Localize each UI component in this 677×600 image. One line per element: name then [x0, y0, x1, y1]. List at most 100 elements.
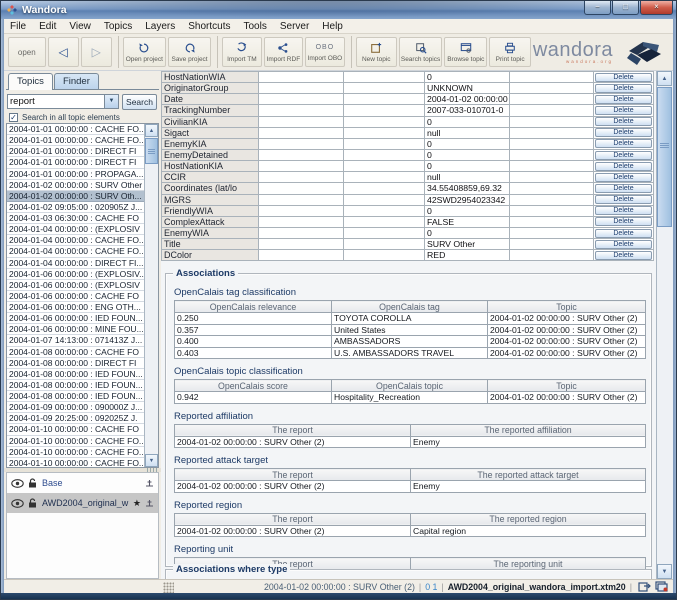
import-tm-button[interactable]: Import TM — [222, 37, 262, 67]
layer-row-awd2004[interactable]: AWD2004_original_w ★ — [7, 493, 158, 513]
menu-item[interactable]: Tools — [243, 21, 266, 32]
assoc-cell[interactable]: Capital region — [411, 525, 646, 537]
assoc-cell[interactable]: 2004-01-02 00:00:00 : SURV Other (2) — [175, 481, 411, 493]
assoc-col-header[interactable]: The report — [175, 513, 411, 525]
assoc-cell[interactable]: 0.942 — [175, 392, 332, 404]
result-item[interactable]: 2004-01-01 00:00:00 : CACHE FO... — [7, 135, 145, 146]
result-item[interactable]: 2004-01-08 00:00:00 : IED FOUN... — [7, 380, 145, 391]
close-button[interactable]: × — [640, 1, 673, 15]
assoc-cell[interactable]: Enemy — [411, 436, 646, 448]
assoc-col-header[interactable]: The report — [175, 424, 411, 436]
result-item[interactable]: 2004-01-01 00:00:00 : DIRECT FI — [7, 146, 145, 157]
layer-handle-icon[interactable] — [145, 479, 154, 487]
occurrence-type[interactable]: HostNationKIA — [162, 161, 259, 171]
maximize-button[interactable]: □ — [612, 1, 639, 15]
occurrence-type[interactable]: Coordinates (lat/lo — [162, 183, 259, 193]
import-obo-button[interactable]: OBO Import OBO — [305, 37, 345, 67]
assoc-cell[interactable]: United States — [332, 324, 488, 336]
occurrence-value[interactable]: 0 — [425, 228, 510, 238]
open-button[interactable]: open — [8, 37, 46, 67]
occurrence-value[interactable]: null — [425, 128, 510, 138]
result-item[interactable]: 2004-01-06 00:00:00 : (EXPLOSIV... — [7, 269, 145, 280]
assoc-cell[interactable]: 2004-01-02 00:00:00 : SURV Other (2) — [488, 347, 646, 359]
occurrence-type[interactable]: Title — [162, 239, 259, 249]
result-item[interactable]: 2004-01-07 14:13:00 : 071413Z J... — [7, 335, 145, 346]
occurrence-type[interactable]: CivilianKIA — [162, 117, 259, 127]
layer-forward-icon[interactable] — [638, 581, 651, 592]
open-project-button[interactable]: Open project — [123, 37, 166, 67]
assoc-col-header[interactable]: The report — [175, 469, 411, 481]
title-bar[interactable]: Wandora − □ × — [1, 1, 677, 19]
result-item[interactable]: 2004-01-06 00:00:00 : ENG OTH... — [7, 302, 145, 313]
occurrence-value[interactable]: 42SWD2954023342 — [425, 195, 510, 205]
layer-name[interactable]: Base — [42, 478, 145, 488]
scroll-down-icon[interactable]: ▼ — [657, 564, 672, 579]
import-rdf-button[interactable]: Import RDF — [264, 37, 304, 67]
tab-topics[interactable]: Topics — [8, 73, 53, 90]
menu-item[interactable]: Topics — [104, 21, 132, 32]
tab-finder[interactable]: Finder — [54, 73, 99, 89]
assoc-col-header[interactable]: Topic — [488, 380, 646, 392]
eye-icon[interactable] — [11, 499, 24, 508]
result-item[interactable]: 2004-01-01 00:00:00 : PROPAGA... — [7, 169, 145, 180]
delete-button[interactable]: Delete — [595, 217, 652, 226]
occurrence-value[interactable]: RED — [425, 250, 510, 260]
assoc-cell[interactable]: TOYOTA COROLLA — [332, 313, 488, 325]
occurrence-type[interactable]: ComplexAttack — [162, 217, 259, 227]
menu-item[interactable]: Edit — [39, 21, 56, 32]
occurrence-value[interactable]: 2004-01-02 00:00:00 — [425, 94, 510, 104]
search-button[interactable]: Search — [122, 94, 157, 110]
print-topic-button[interactable]: Print topic — [489, 37, 530, 67]
lock-icon[interactable] — [28, 498, 37, 508]
delete-button[interactable]: Delete — [595, 173, 652, 182]
results-scrollbar[interactable]: ▲ ▼ — [144, 124, 158, 467]
occurrence-value[interactable]: 0 — [425, 72, 510, 82]
results-scrollbar-thumb[interactable] — [145, 138, 158, 164]
main-scrollbar-thumb[interactable] — [657, 87, 672, 227]
delete-button[interactable]: Delete — [595, 162, 652, 171]
result-item[interactable]: 2004-01-02 00:00:00 : SURV Oth... — [7, 191, 145, 202]
menu-item[interactable]: Shortcuts — [188, 21, 230, 32]
delete-button[interactable]: Delete — [595, 206, 652, 215]
assoc-cell[interactable]: 2004-01-02 00:00:00 : SURV Other (2) — [488, 392, 646, 404]
layer-name[interactable]: AWD2004_original_w — [42, 498, 133, 508]
assoc-cell[interactable]: 0.250 — [175, 313, 332, 325]
assoc-col-header[interactable]: OpenCalais tag — [332, 301, 488, 313]
result-item[interactable]: 2004-01-08 00:00:00 : IED FOUN... — [7, 391, 145, 402]
result-item[interactable]: 2004-01-08 00:00:00 : IED FOUN... — [7, 369, 145, 380]
assoc-col-header[interactable]: The reported attack target — [411, 469, 646, 481]
resize-grip[interactable] — [163, 582, 174, 593]
assoc-col-header[interactable]: OpenCalais topic — [332, 380, 488, 392]
assoc-cell[interactable]: 2004-01-02 00:00:00 : SURV Other (2) — [175, 525, 411, 537]
result-item[interactable]: 2004-01-06 00:00:00 : MINE FOU... — [7, 324, 145, 335]
assoc-cell[interactable]: Enemy — [411, 481, 646, 493]
result-item[interactable]: 2004-01-02 09:05:00 : 020905Z J... — [7, 202, 145, 213]
occurrence-type[interactable]: EnemyDetained — [162, 150, 259, 160]
delete-button[interactable]: Delete — [595, 151, 652, 160]
delete-button[interactable]: Delete — [595, 84, 652, 93]
occurrence-type[interactable]: Sigact — [162, 128, 259, 138]
menu-item[interactable]: File — [10, 21, 26, 32]
layer-handle-icon[interactable] — [145, 499, 154, 507]
result-item[interactable]: 2004-01-10 00:00:00 : CACHE FO... — [7, 436, 145, 447]
result-item[interactable]: 2004-01-01 00:00:00 : DIRECT FI — [7, 157, 145, 168]
occurrence-value[interactable]: null — [425, 172, 510, 182]
occurrence-value[interactable]: 34.55408859,69.32 — [425, 183, 510, 193]
assoc-cell[interactable]: Hospitality_Recreation — [332, 392, 488, 404]
assoc-cell[interactable]: 0.357 — [175, 324, 332, 336]
occurrence-type[interactable]: MGRS — [162, 195, 259, 205]
occurrence-type[interactable]: DColor — [162, 250, 259, 260]
occurrence-value[interactable]: 0 — [425, 139, 510, 149]
occurrence-type[interactable]: Date — [162, 94, 259, 104]
result-item[interactable]: 2004-01-04 00:00:00 : (EXPLOSIV — [7, 224, 145, 235]
delete-button[interactable]: Delete — [595, 195, 652, 204]
assoc-col-header[interactable]: The reporting unit — [411, 558, 646, 570]
assoc-cell[interactable]: 2004-01-02 00:00:00 : SURV Other (2) — [488, 324, 646, 336]
result-item[interactable]: 2004-01-10 00:00:00 : CACHE FO... — [7, 447, 145, 458]
result-item[interactable]: 2004-01-04 00:00:00 : DIRECT FI... — [7, 258, 145, 269]
occurrence-value[interactable]: SURV Other — [425, 239, 510, 249]
minimize-button[interactable]: − — [584, 1, 611, 15]
occurrence-type[interactable]: EnemyWIA — [162, 228, 259, 238]
occurrence-type[interactable]: TrackingNumber — [162, 105, 259, 115]
result-item[interactable]: 2004-01-10 00:00:00 : CACHE FO... — [7, 458, 145, 468]
